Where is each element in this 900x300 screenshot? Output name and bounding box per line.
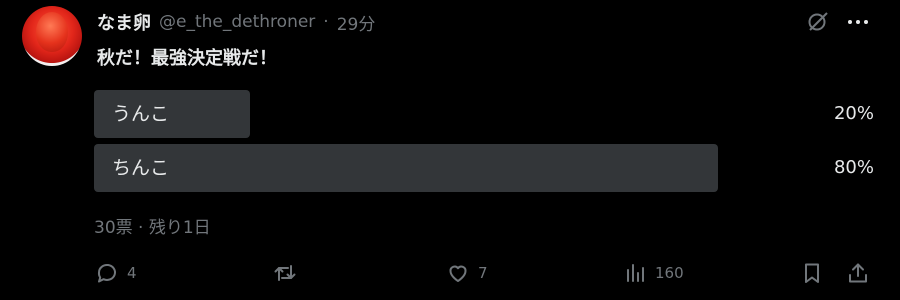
post-header: なま卵 @e_the_dethroner · 29分	[97, 9, 376, 35]
poll-option-label: ちんこ	[112, 157, 170, 179]
reply-icon	[97, 264, 116, 283]
poll-option-label: うんこ	[112, 103, 170, 125]
post-text: 秋だ！最強決定戦だ！	[97, 48, 277, 69]
bookmark-icon	[805, 263, 819, 283]
poll-option: うんこ 20%	[94, 90, 874, 138]
repost-icon	[274, 265, 296, 281]
views-count: 160	[655, 264, 684, 282]
more-dot	[864, 20, 868, 24]
like-icon	[449, 265, 467, 282]
views-button[interactable]: 160	[623, 260, 684, 286]
share-button[interactable]	[846, 260, 870, 286]
egg-image	[36, 12, 68, 52]
poll-option-percent: 20%	[833, 103, 874, 124]
poll-option: ちんこ 80%	[94, 144, 874, 192]
handle[interactable]: @e_the_dethroner	[159, 12, 315, 32]
like-button[interactable]: 7	[446, 260, 488, 286]
reply-button[interactable]: 4	[95, 260, 137, 286]
reply-count: 4	[127, 264, 137, 282]
repost-button[interactable]	[273, 260, 305, 286]
display-name[interactable]: なま卵	[97, 9, 151, 35]
separator: ·	[323, 12, 329, 32]
avatar[interactable]	[22, 6, 82, 66]
grok-icon[interactable]	[806, 10, 830, 34]
timestamp[interactable]: 29分	[337, 10, 376, 35]
poll-meta: 30票 · 残り1日	[94, 218, 211, 238]
share-icon	[849, 263, 867, 283]
more-dot	[856, 20, 860, 24]
more-icon[interactable]	[845, 10, 871, 34]
bookmark-button[interactable]	[800, 260, 824, 286]
like-count: 7	[478, 264, 488, 282]
poll-option-percent: 80%	[833, 157, 874, 178]
views-icon	[627, 264, 644, 282]
more-dot	[848, 20, 852, 24]
poll-bar	[94, 144, 718, 192]
